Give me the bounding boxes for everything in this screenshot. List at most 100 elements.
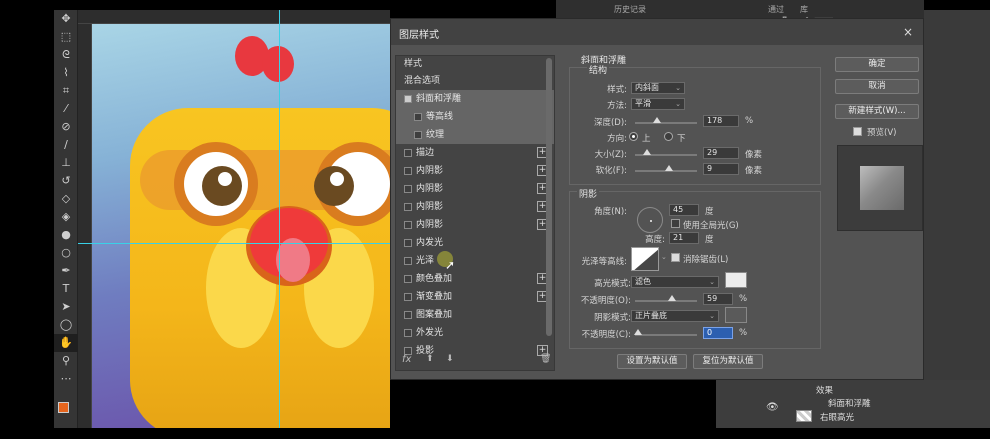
eraser-tool-icon[interactable]: ◇: [54, 190, 78, 208]
bevel-effect-row[interactable]: 斜面和浮雕: [828, 397, 871, 409]
foreground-color-swatch[interactable]: [58, 402, 69, 413]
move-up-icon[interactable]: ⬆: [426, 354, 434, 364]
depth-slider-track[interactable]: [635, 122, 697, 124]
type-tool-icon[interactable]: T: [54, 280, 78, 298]
dialog-titlebar[interactable]: 图层样式 ×: [391, 19, 923, 45]
fx-icon[interactable]: fx: [402, 354, 411, 365]
style-item[interactable]: 光泽: [396, 252, 554, 270]
new-style-button[interactable]: 新建样式(W)...: [835, 104, 919, 119]
style-item-checkbox[interactable]: [404, 239, 412, 247]
preview-checkbox[interactable]: [853, 127, 862, 136]
highlight-opacity-track[interactable]: [635, 300, 697, 302]
direction-up-radio[interactable]: [629, 132, 638, 141]
shape-tool-icon[interactable]: ◯: [54, 316, 78, 334]
size-input[interactable]: 29: [703, 147, 739, 159]
move-down-icon[interactable]: ⬇: [446, 354, 454, 364]
horizontal-ruler[interactable]: [78, 10, 390, 24]
style-item[interactable]: 描边 +: [396, 144, 554, 162]
paint-bucket-icon[interactable]: ◈: [54, 208, 78, 226]
document-canvas[interactable]: [78, 10, 390, 428]
style-item-checkbox[interactable]: [404, 329, 412, 337]
styles-header[interactable]: 样式: [396, 56, 554, 73]
reset-default-button[interactable]: 复位为默认值: [693, 354, 763, 369]
style-item[interactable]: 图案叠加: [396, 306, 554, 324]
soften-input[interactable]: 9: [703, 163, 739, 175]
ok-button[interactable]: 确定: [835, 57, 919, 72]
list-scrollbar[interactable]: [546, 58, 552, 336]
angle-dial[interactable]: [637, 207, 663, 233]
angle-input[interactable]: 45: [669, 204, 699, 216]
vertical-guide[interactable]: [279, 10, 280, 428]
marquee-tool-icon[interactable]: ⬚: [54, 28, 78, 46]
antialias-checkbox[interactable]: [671, 253, 680, 262]
effects-row[interactable]: 效果: [816, 384, 833, 396]
highlight-color-swatch[interactable]: [725, 272, 747, 288]
style-item-checkbox[interactable]: [414, 131, 422, 139]
style-item[interactable]: 渐变叠加 +: [396, 288, 554, 306]
depth-input[interactable]: 178: [703, 115, 739, 127]
global-light-checkbox[interactable]: [671, 219, 680, 228]
highlight-mode-select[interactable]: 滤色 ⌄: [631, 276, 719, 288]
trash-icon[interactable]: 🗑: [540, 354, 551, 364]
style-item[interactable]: 外发光: [396, 324, 554, 342]
altitude-input[interactable]: 21: [669, 232, 699, 244]
antialias-label[interactable]: 消除锯齿(L): [683, 253, 728, 265]
layer-name[interactable]: 右眼高光: [820, 411, 854, 423]
pen-tool-icon[interactable]: ✒: [54, 262, 78, 280]
shadow-opacity-thumb[interactable]: [634, 329, 643, 335]
history-tab[interactable]: 历史记录: [614, 4, 646, 15]
healing-brush-icon[interactable]: ⊘: [54, 118, 78, 136]
style-item[interactable]: 内发光: [396, 234, 554, 252]
style-item-checkbox[interactable]: [414, 113, 422, 121]
shadow-opacity-track[interactable]: [635, 334, 697, 336]
zoom-tool-icon[interactable]: ⚲: [54, 352, 78, 370]
style-item[interactable]: 颜色叠加 +: [396, 270, 554, 288]
style-item[interactable]: 内阴影 +: [396, 180, 554, 198]
hand-tool-icon[interactable]: ✋: [54, 334, 78, 352]
stamp-tool-icon[interactable]: ⊥: [54, 154, 78, 172]
direction-up-label[interactable]: 上: [642, 132, 651, 144]
dodge-tool-icon[interactable]: ○: [54, 244, 78, 262]
style-item-checkbox[interactable]: [404, 95, 412, 103]
move-tool-icon[interactable]: ✥: [54, 10, 78, 28]
highlight-opacity-thumb[interactable]: [667, 295, 676, 301]
style-item[interactable]: 内阴影 +: [396, 162, 554, 180]
shadow-color-swatch[interactable]: [725, 307, 747, 323]
style-item-checkbox[interactable]: [404, 221, 412, 229]
style-item[interactable]: 等高线: [396, 108, 554, 126]
cancel-button[interactable]: 取消: [835, 79, 919, 94]
eyedropper-tool-icon[interactable]: ⁄: [54, 100, 78, 118]
global-light-label[interactable]: 使用全局光(G): [683, 219, 739, 231]
style-item-checkbox[interactable]: [404, 149, 412, 157]
history-brush-icon[interactable]: ↺: [54, 172, 78, 190]
visibility-eye-icon[interactable]: 👁: [766, 402, 779, 413]
lasso-tool-icon[interactable]: ᘓ: [54, 46, 78, 64]
crop-tool-icon[interactable]: ⌗: [54, 82, 78, 100]
more-tools-icon[interactable]: ⋯: [54, 370, 78, 388]
blending-options-item[interactable]: 混合选项: [396, 73, 554, 90]
technique-select[interactable]: 平滑 ⌄: [631, 98, 685, 110]
chevron-down-icon[interactable]: ⌄: [661, 253, 667, 261]
horizontal-guide[interactable]: [78, 243, 390, 244]
depth-slider-thumb[interactable]: [653, 117, 662, 123]
style-item[interactable]: 内阴影 +: [396, 216, 554, 234]
brush-tool-icon[interactable]: ∕: [54, 136, 78, 154]
style-item-checkbox[interactable]: [404, 167, 412, 175]
layer-thumbnail[interactable]: [796, 410, 812, 422]
shadow-mode-select[interactable]: 正片叠底 ⌄: [631, 310, 719, 322]
style-item-checkbox[interactable]: [404, 293, 412, 301]
direction-down-radio[interactable]: [664, 132, 673, 141]
shadow-opacity-input[interactable]: 0: [703, 327, 733, 339]
style-select[interactable]: 内斜面 ⌄: [631, 82, 685, 94]
style-item-checkbox[interactable]: [404, 257, 412, 265]
preview-label[interactable]: 预览(V): [867, 126, 896, 138]
highlight-opacity-input[interactable]: 59: [703, 293, 733, 305]
style-item-checkbox[interactable]: [404, 185, 412, 193]
style-item[interactable]: 斜面和浮雕: [396, 90, 554, 108]
blur-tool-icon[interactable]: ●: [54, 226, 78, 244]
direction-down-label[interactable]: 下: [677, 132, 686, 144]
close-icon[interactable]: ×: [903, 25, 913, 39]
style-item-checkbox[interactable]: [404, 311, 412, 319]
size-slider-thumb[interactable]: [643, 149, 652, 155]
style-item[interactable]: 内阴影 +: [396, 198, 554, 216]
